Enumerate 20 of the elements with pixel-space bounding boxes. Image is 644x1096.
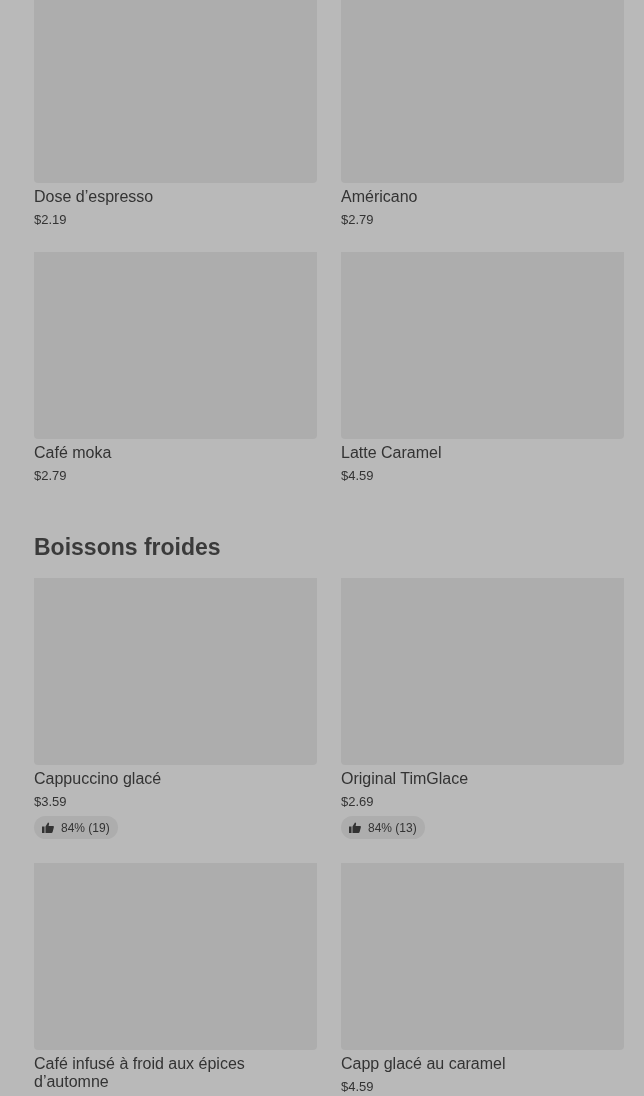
product-price: $2.79 — [34, 468, 67, 484]
product-price: $2.79 — [341, 212, 374, 228]
product-name[interactable]: Capp glacé au caramel — [341, 1055, 546, 1073]
product-name[interactable]: Latte Caramel — [341, 444, 482, 462]
product-price: $2.69 — [341, 794, 374, 810]
thumbs-up-icon — [42, 822, 54, 833]
product-name[interactable]: Cappuccino glacé — [34, 770, 202, 788]
product-price: $2.19 — [34, 212, 67, 228]
product-name[interactable]: Café moka — [34, 444, 152, 462]
thumbs-up-icon — [349, 822, 361, 833]
product-name[interactable]: Dose d’espresso — [34, 188, 194, 206]
product-name[interactable]: Café infusé à froid aux épices d’automne — [34, 1055, 317, 1091]
rating-text: 84% (19) — [61, 819, 110, 837]
product-name[interactable]: Américano — [341, 188, 458, 206]
section-title: Boissons froides — [34, 533, 222, 562]
product-price: $4.59 — [341, 1079, 374, 1095]
rating-text: 84% (13) — [368, 819, 417, 837]
product-price: $4.59 — [341, 468, 374, 484]
product-price: $3.59 — [34, 794, 67, 810]
product-name[interactable]: Original TimGlace — [341, 770, 509, 788]
